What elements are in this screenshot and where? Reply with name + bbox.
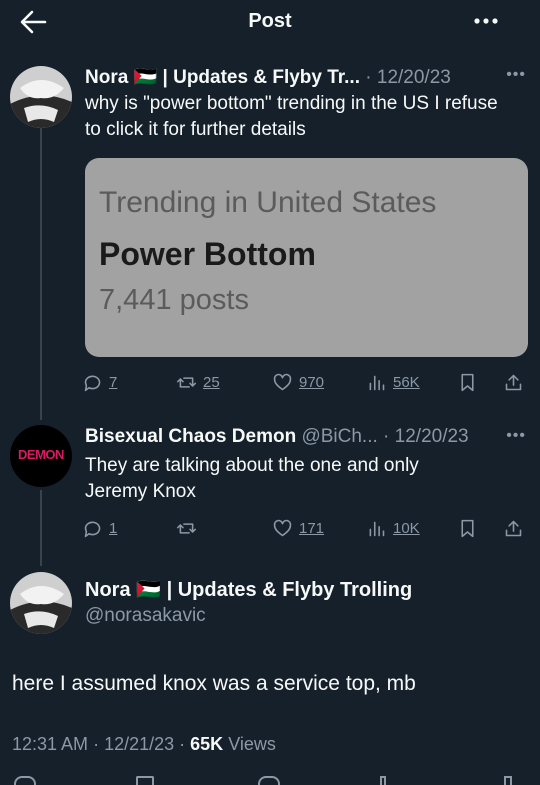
image-text-line: Power Bottom xyxy=(99,236,316,272)
post-more-button[interactable]: ••• xyxy=(506,66,526,84)
author-handle[interactable]: @BiCh... xyxy=(301,426,377,447)
image-text-line: 7,441 posts xyxy=(99,284,249,316)
author-name[interactable]: Nora 🇵🇸 | Updates & Flyby Trolling xyxy=(85,577,412,602)
thread-line xyxy=(40,490,42,566)
repost-button[interactable]: 25 xyxy=(176,369,220,395)
more-options-button[interactable] xyxy=(472,14,500,28)
reply-icon xyxy=(84,521,101,537)
views-count: 56K xyxy=(393,373,420,391)
views-icon xyxy=(369,375,385,390)
bookmark-button[interactable] xyxy=(457,515,484,541)
like-button[interactable]: 171 xyxy=(272,515,324,541)
reply-count: 1 xyxy=(109,519,118,537)
avatar[interactable] xyxy=(10,572,72,634)
post-actions: 7 25 970 56K xyxy=(82,369,528,395)
bookmark-button[interactable] xyxy=(457,369,484,395)
share-icon xyxy=(505,520,522,536)
like-icon xyxy=(273,519,292,536)
post-date[interactable]: 12/21/23 xyxy=(104,734,174,754)
reply-button[interactable]: 1 xyxy=(82,515,117,541)
views-button[interactable]: 10K xyxy=(366,515,420,541)
image-text-line: Trending in United States xyxy=(99,186,437,219)
author-name[interactable]: Nora 🇵🇸 | Updates & Flyby Tr... xyxy=(85,67,360,88)
author-name[interactable]: Bisexual Chaos Demon xyxy=(85,426,296,447)
post-date[interactable]: 12/20/23 xyxy=(377,67,451,88)
views-button[interactable]: 56K xyxy=(366,369,420,395)
main-post-text: here I assumed knox was a service top, m… xyxy=(12,672,416,695)
meta-separator: · xyxy=(174,734,191,754)
share-icon[interactable] xyxy=(504,776,512,785)
post-text: They are talking about the one and only … xyxy=(85,455,419,502)
repost-icon xyxy=(176,376,197,388)
reply-count: 7 xyxy=(109,373,118,391)
top-header: Post xyxy=(0,0,540,44)
views-count: 10K xyxy=(393,519,420,537)
views-icon[interactable] xyxy=(380,776,386,785)
views-label: Views xyxy=(228,734,276,754)
like-icon xyxy=(273,373,292,390)
repost-icon[interactable] xyxy=(136,776,154,785)
page-title: Post xyxy=(248,10,292,32)
avatar[interactable] xyxy=(10,66,72,128)
post-time[interactable]: 12:31 AM xyxy=(12,734,88,754)
repost-icon xyxy=(176,522,197,534)
views-icon xyxy=(369,521,385,536)
share-button[interactable] xyxy=(503,369,530,395)
bookmark-icon xyxy=(461,519,474,537)
views-total: 65K xyxy=(190,734,224,754)
like-icon[interactable] xyxy=(258,776,280,785)
post-image[interactable]: Trending in United States Power Bottom 7… xyxy=(85,158,528,357)
post-date[interactable]: 12/20/23 xyxy=(395,426,469,447)
share-icon xyxy=(505,374,522,390)
like-button[interactable]: 970 xyxy=(272,369,324,395)
post-meta: Nora 🇵🇸 | Updates & Flyby Tr... · 12/20/… xyxy=(85,65,451,89)
meta-separator: · xyxy=(377,426,395,447)
post-meta: Bisexual Chaos Demon @BiCh... · 12/20/23 xyxy=(85,426,469,448)
meta-separator: · xyxy=(359,67,377,88)
reply-icon xyxy=(84,375,101,391)
post-timestamp-row: 12:31 AM · 12/21/23 · 65K Views xyxy=(12,734,276,755)
thread-line xyxy=(40,128,42,420)
repost-count: 25 xyxy=(203,373,220,391)
like-count: 171 xyxy=(299,519,325,537)
meta-separator: · xyxy=(88,734,105,754)
bookmark-icon xyxy=(461,373,474,391)
post-more-button[interactable]: ••• xyxy=(506,427,526,445)
post-actions: 1 171 10K xyxy=(82,515,528,541)
author-handle[interactable]: @norasakavic xyxy=(85,605,206,627)
avatar[interactable]: DEMON xyxy=(10,425,72,487)
more-icon xyxy=(474,18,498,24)
like-count: 970 xyxy=(299,373,325,391)
reply-icon[interactable] xyxy=(14,776,36,785)
post-text: why is "power bottom" trending in the US… xyxy=(85,93,498,140)
share-button[interactable] xyxy=(503,515,530,541)
avatar-text: DEMON xyxy=(18,447,64,462)
reply-button[interactable]: 7 xyxy=(82,369,117,395)
repost-button[interactable] xyxy=(176,515,203,541)
